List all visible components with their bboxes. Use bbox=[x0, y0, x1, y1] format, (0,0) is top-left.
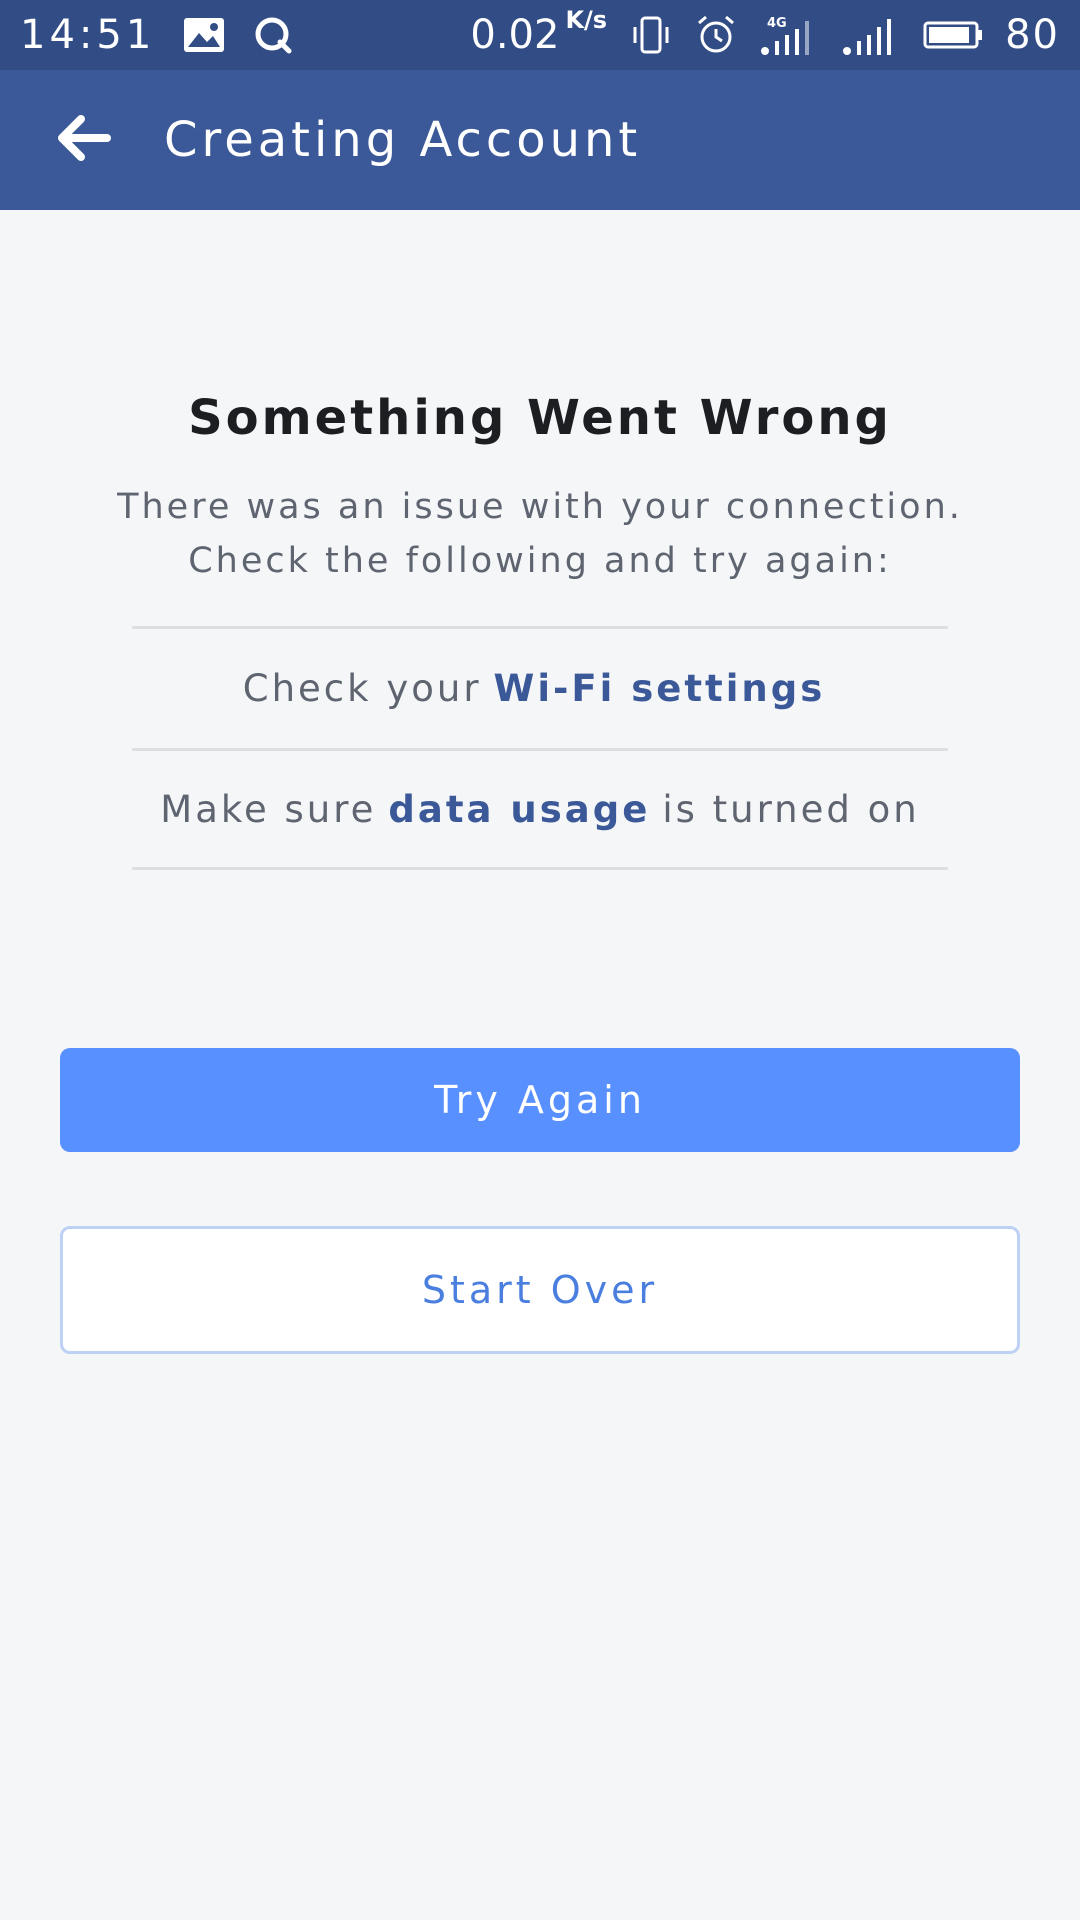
vibrate-icon bbox=[629, 15, 673, 55]
status-time: 14:51 bbox=[20, 12, 156, 58]
back-button[interactable] bbox=[38, 95, 128, 185]
battery-level: 80 bbox=[1005, 12, 1060, 58]
network-speed-value: 0.02 bbox=[470, 12, 560, 58]
status-bar: 14:51 0.02 K/s 4G 80 bbox=[0, 0, 1080, 70]
start-over-label: Start Over bbox=[421, 1268, 659, 1312]
check-item-text: is turned on bbox=[662, 787, 920, 831]
try-again-label: Try Again bbox=[434, 1078, 646, 1122]
start-over-button[interactable]: Start Over bbox=[60, 1226, 1020, 1354]
try-again-button[interactable]: Try Again bbox=[60, 1048, 1020, 1152]
wifi-settings-link[interactable]: Wi-Fi settings bbox=[494, 667, 826, 710]
image-notification-icon bbox=[183, 17, 225, 53]
check-item-text: Check your bbox=[242, 667, 482, 710]
page-title: Creating Account bbox=[164, 112, 642, 168]
network-speed: 0.02 K/s bbox=[470, 6, 607, 58]
data-usage-link[interactable]: data usage bbox=[388, 788, 650, 831]
network-speed-unit: K/s bbox=[565, 6, 608, 34]
error-title: Something Went Wrong bbox=[188, 390, 892, 446]
error-message: There was an issue with your connection.… bbox=[117, 487, 963, 581]
signal-4g-icon: 4G bbox=[759, 13, 819, 57]
troubleshoot-checklist: Check your Wi-Fi settings Make sure data… bbox=[132, 626, 948, 870]
signal-icon bbox=[841, 13, 901, 57]
check-item-wifi: Check your Wi-Fi settings bbox=[132, 626, 948, 748]
check-item-text: Make sure bbox=[160, 787, 377, 831]
q-app-icon bbox=[253, 15, 293, 55]
alarm-icon bbox=[695, 14, 737, 56]
svg-text:4G: 4G bbox=[767, 16, 787, 31]
battery-icon bbox=[923, 20, 983, 50]
arrow-left-icon bbox=[53, 113, 113, 167]
app-bar: Creating Account bbox=[0, 70, 1080, 210]
check-item-data-usage: Make sure data usage is turned on bbox=[132, 748, 948, 870]
